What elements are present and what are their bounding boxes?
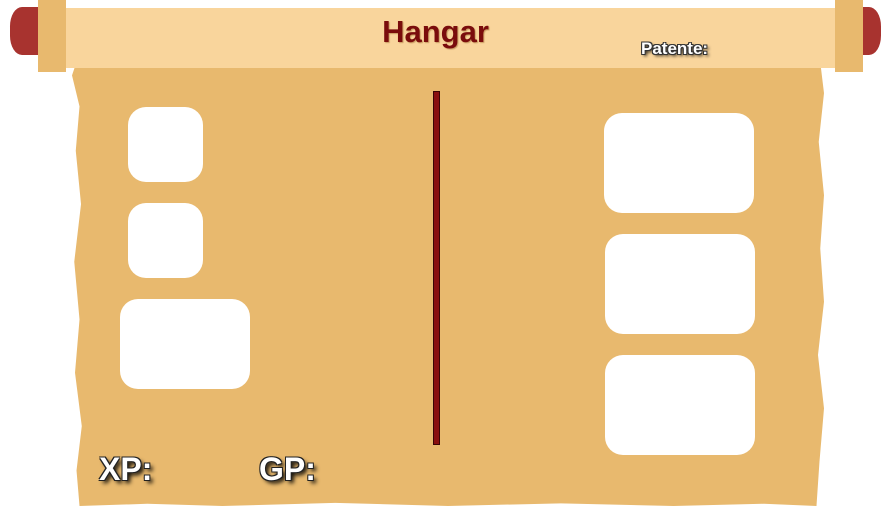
item-slot-left-1[interactable] bbox=[128, 107, 203, 182]
item-slot-right-2[interactable] bbox=[605, 234, 755, 334]
item-slot-right-1[interactable] bbox=[604, 113, 754, 213]
center-divider bbox=[433, 91, 440, 445]
item-slot-right-3[interactable] bbox=[605, 355, 755, 455]
page-title: Hangar bbox=[382, 14, 489, 49]
rank-label: Patente: bbox=[641, 39, 709, 58]
gp-label: GP: bbox=[259, 451, 316, 487]
xp-label: XP: bbox=[99, 451, 153, 487]
item-slot-left-2[interactable] bbox=[128, 203, 203, 278]
item-slot-left-3[interactable] bbox=[120, 299, 250, 389]
